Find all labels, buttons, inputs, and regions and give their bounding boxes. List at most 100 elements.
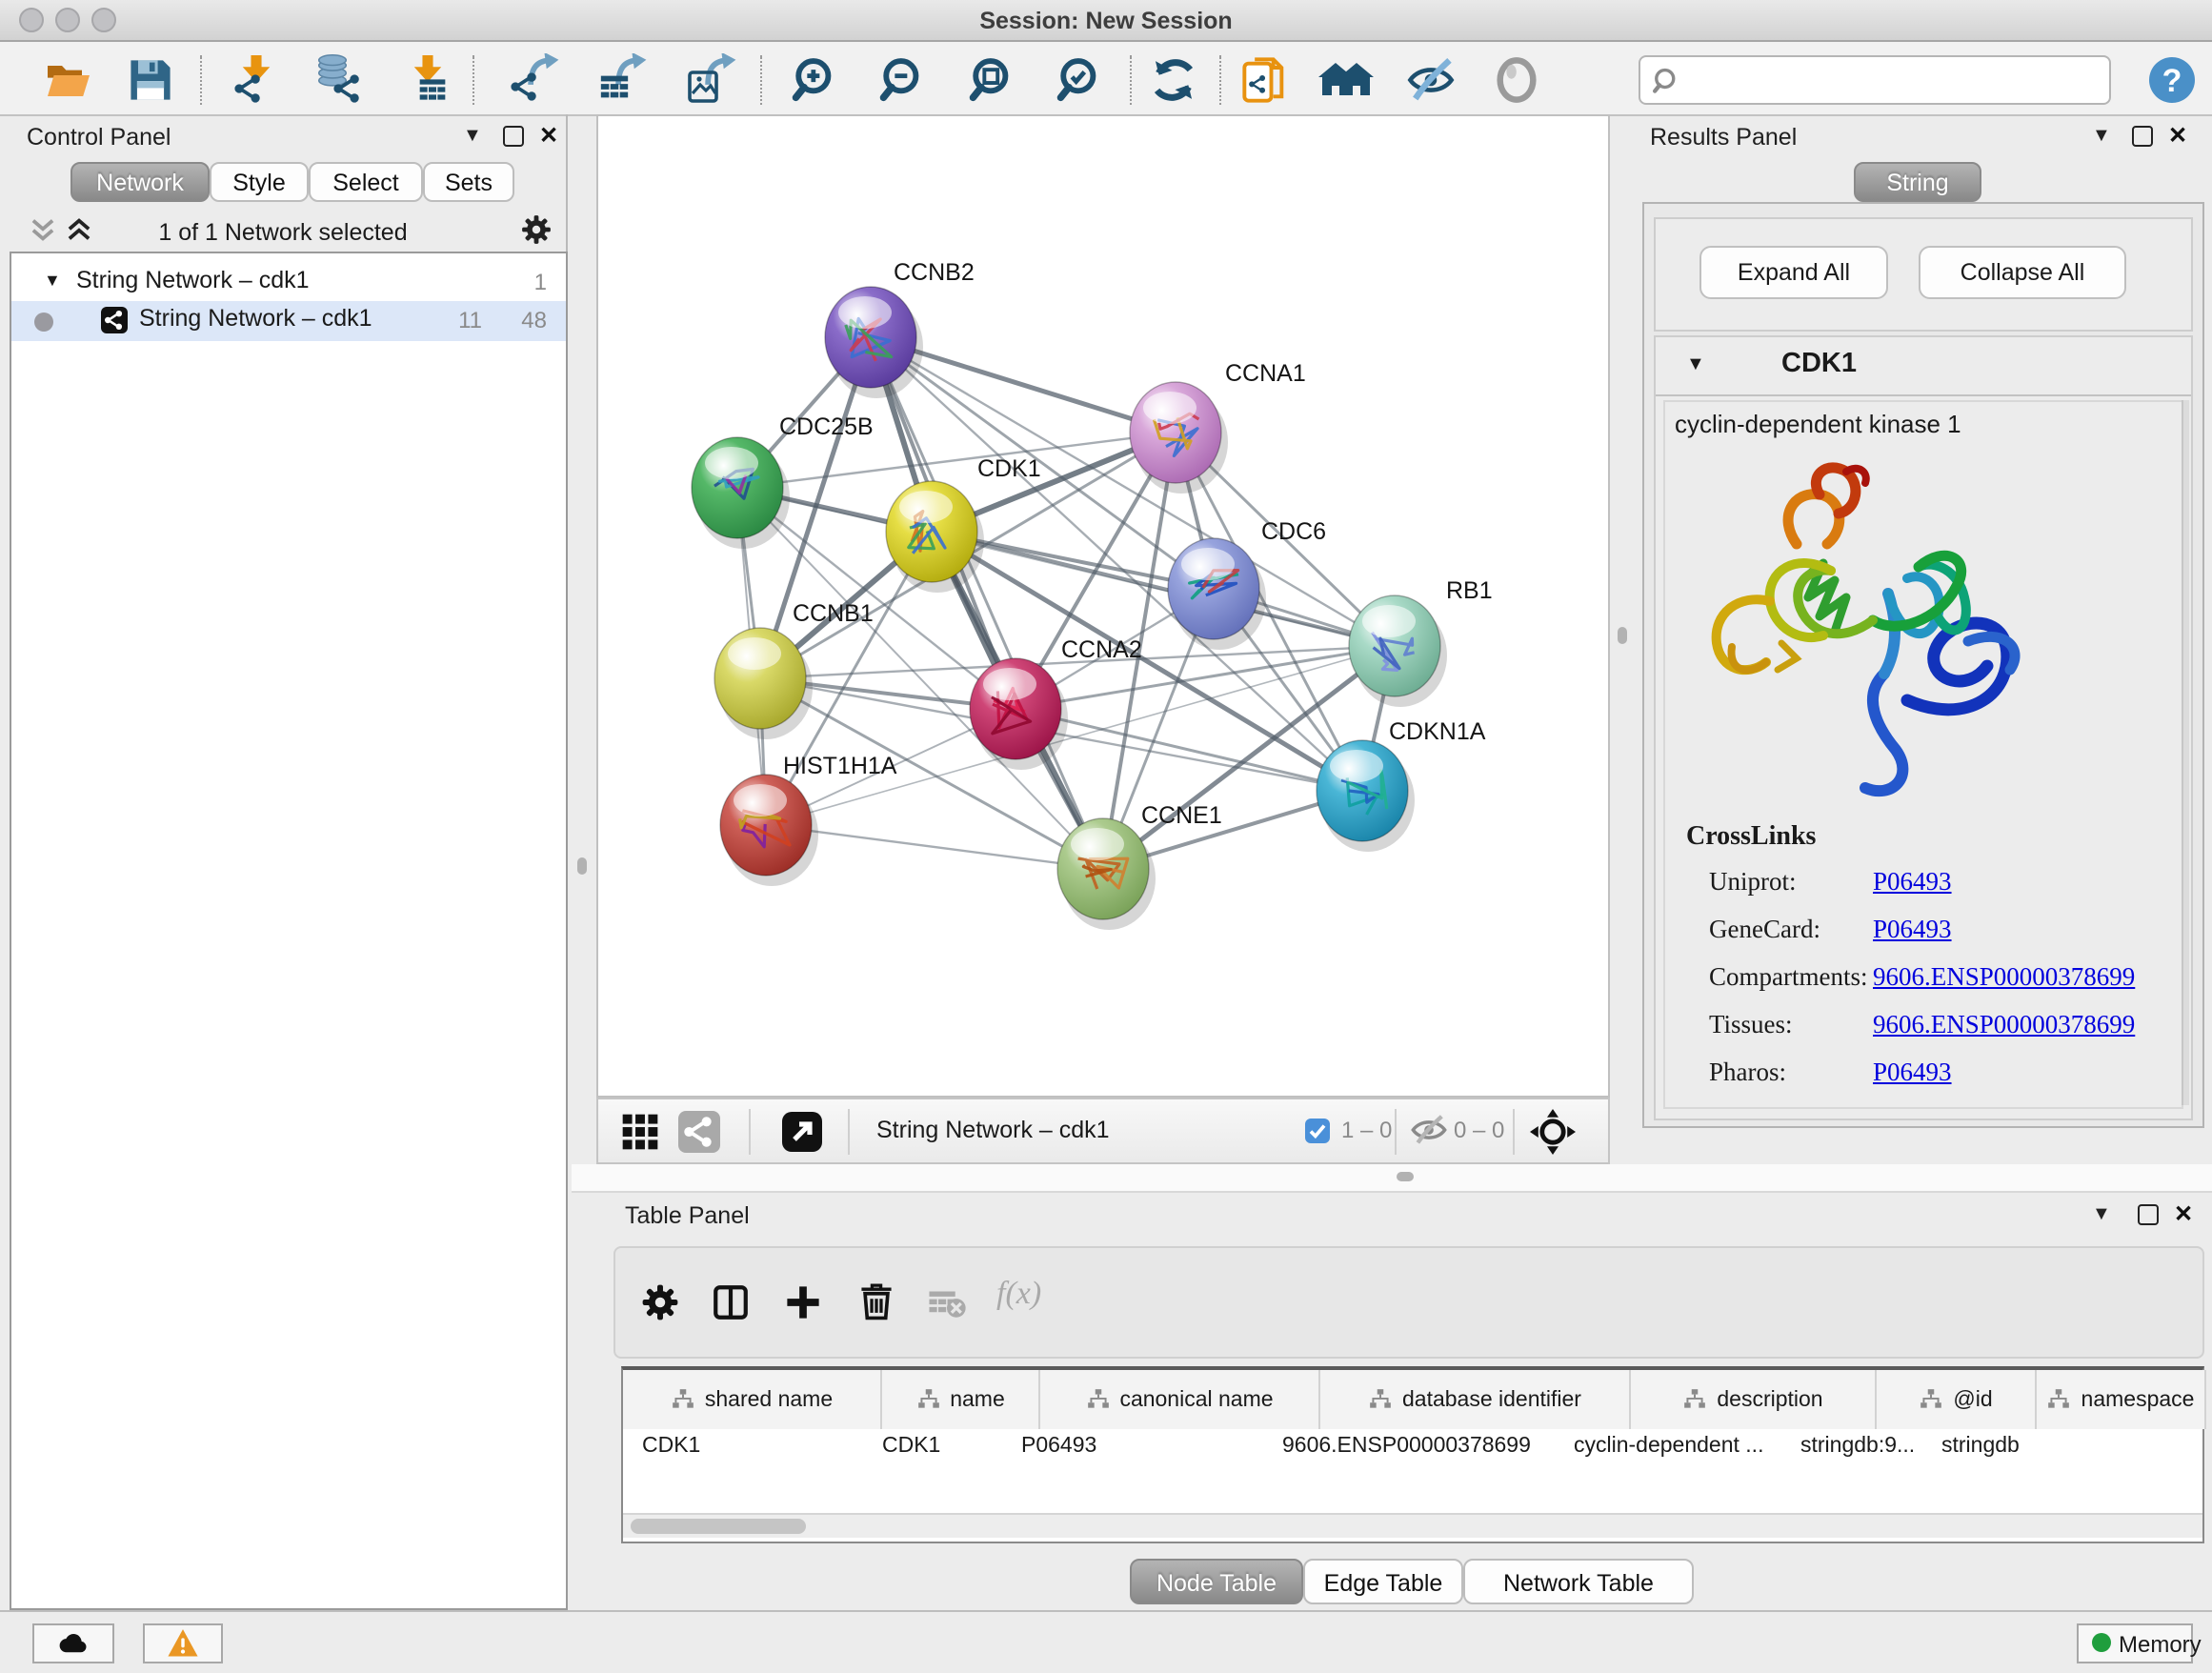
network-node-CCNA2[interactable] [970,658,1068,770]
table-settings-gear-icon[interactable] [640,1282,680,1322]
right-splitter-handle[interactable] [1618,627,1627,644]
control-panel-menu-icon[interactable]: ▼ [463,126,482,147]
fit-content-crosshair-icon[interactable] [1530,1109,1576,1155]
table-row[interactable]: CDK1CDK1P064939606.ENSP00000378699cyclin… [623,1429,2202,1467]
network-options-gear-icon[interactable] [520,213,553,246]
column-header[interactable]: @id [1877,1370,2037,1429]
network-node-CCNB2[interactable] [825,287,923,398]
tab-string[interactable]: String [1854,162,1981,202]
add-column-icon[interactable] [783,1282,823,1322]
control-panel-close-icon[interactable]: ✕ [539,122,558,149]
search-input[interactable] [1686,61,2103,99]
column-header[interactable]: database identifier [1320,1370,1631,1429]
left-splitter-handle[interactable] [577,857,587,875]
hide-eye-icon[interactable] [1406,55,1456,114]
tab-select[interactable]: Select [309,162,423,202]
network-node-CDC25B[interactable] [692,437,790,549]
control-panel-float-icon[interactable] [503,126,524,147]
network-edge[interactable] [932,532,1395,646]
tab-network-table[interactable]: Network Table [1463,1559,1694,1604]
import-table-file-icon[interactable] [402,55,452,114]
gene-collapse-icon[interactable]: ▼ [1686,354,1705,375]
open-session-icon[interactable] [44,55,93,105]
column-header[interactable]: canonical name [1040,1370,1320,1429]
collection-expand-icon[interactable]: ▼ [44,271,61,290]
network-node-CDKN1A[interactable] [1317,740,1415,852]
zoom-in-icon[interactable] [791,55,840,114]
table-panel-close-icon[interactable]: ✕ [2174,1200,2193,1227]
network-node-CCNE1[interactable] [1057,818,1156,930]
table-cell[interactable]: CDK1 [863,1429,1002,1467]
export-image-icon[interactable] [686,53,737,114]
memory-button[interactable]: Memory [2077,1623,2193,1663]
export-table-icon[interactable] [596,53,648,114]
network-canvas[interactable]: CCNB2CCNA1CDC25BCDK1CDC6RB1CCNB1CCNA2CDK… [596,114,1610,1098]
table-cell[interactable]: 9606.ENSP00000378699 [1263,1429,1555,1467]
warnings-button[interactable] [143,1623,223,1663]
results-panel-float-icon[interactable] [2132,126,2153,147]
show-eye-icon[interactable] [1492,55,1541,114]
cloud-status-button[interactable] [32,1623,114,1663]
network-collection-row[interactable]: ▼ String Network – cdk1 1 [11,263,566,303]
zoom-out-icon[interactable] [878,55,928,114]
export-network-icon[interactable] [509,53,560,114]
column-header[interactable]: namespace [2037,1370,2206,1429]
crosslink-value-link[interactable]: P06493 [1873,867,1952,897]
expand-all-button[interactable]: Expand All [1699,246,1888,299]
import-network-file-icon[interactable] [231,55,280,114]
scrollbar-thumb[interactable] [631,1519,806,1534]
table-panel-menu-icon[interactable]: ▼ [2092,1204,2111,1225]
table-horizontal-scrollbar[interactable] [623,1513,2202,1538]
collapse-all-button[interactable]: Collapse All [1919,246,2126,299]
show-columns-icon[interactable] [711,1282,751,1322]
splitter-handle[interactable] [1397,1172,1414,1181]
network-edge[interactable] [871,337,1103,869]
table-panel-float-icon[interactable] [2138,1204,2159,1225]
network-node-RB1[interactable] [1349,595,1447,707]
import-network-database-icon[interactable] [312,53,366,114]
crosslink-value-link[interactable]: P06493 [1873,915,1952,945]
network-node-CCNA1[interactable] [1130,382,1228,494]
crosslink-value-link[interactable]: 9606.ENSP00000378699 [1873,962,2135,993]
zoom-fit-icon[interactable] [968,55,1017,114]
grid-view-icon[interactable] [619,1111,661,1153]
refresh-layout-icon[interactable] [1149,55,1198,105]
network-node-CDK1[interactable] [886,481,984,593]
results-panel-close-icon[interactable]: ✕ [2168,122,2187,149]
crosslink-value-link[interactable]: P06493 [1873,1058,1952,1088]
column-header[interactable]: name [882,1370,1040,1429]
tab-network[interactable]: Network [70,162,210,202]
table-cell[interactable]: stringdb [1922,1429,2073,1467]
results-panel-menu-icon[interactable]: ▼ [2092,126,2111,147]
table-cell[interactable]: stringdb:9... [1781,1429,1922,1467]
table-cell[interactable]: P06493 [1002,1429,1263,1467]
save-session-icon[interactable] [126,55,175,105]
results-scrollbar[interactable] [2182,400,2189,1105]
network-graph[interactable]: CCNB2CCNA1CDC25BCDK1CDC6RB1CCNB1CCNA2CDK… [598,116,1608,1096]
network-row-selected[interactable]: String Network – cdk1 11 48 [11,301,566,341]
function-builder-icon[interactable]: f(x) [996,1275,1041,1313]
crosslink-value-link[interactable]: 9606.ENSP00000378699 [1873,1010,2135,1040]
zoom-selected-icon[interactable] [1056,55,1105,114]
homes-icon[interactable] [1313,55,1377,114]
birdseye-view-icon[interactable] [779,1109,825,1155]
search-field[interactable] [1639,55,2111,105]
hidden-eye-icon[interactable] [1410,1111,1448,1159]
selected-checkbox-icon[interactable] [1305,1119,1330,1143]
network-node-HIST1H1A[interactable] [720,775,818,886]
tab-sets[interactable]: Sets [423,162,514,202]
delete-column-trash-icon[interactable] [855,1280,897,1322]
tab-edge-table[interactable]: Edge Table [1303,1559,1463,1604]
tab-style[interactable]: Style [210,162,309,202]
network-node-CDC6[interactable] [1168,538,1266,650]
table-cell[interactable]: cyclin-dependent ... [1555,1429,1781,1467]
share-network-icon[interactable] [678,1111,720,1153]
tab-node-table[interactable]: Node Table [1130,1559,1303,1604]
horizontal-splitter[interactable] [572,1164,2212,1193]
table-cell[interactable]: CDK1 [623,1429,863,1467]
column-header[interactable]: shared name [623,1370,882,1429]
delete-table-icon[interactable] [926,1286,968,1330]
share-document-icon[interactable] [1240,55,1290,105]
help-icon[interactable]: ? [2147,55,2197,114]
column-header[interactable]: description [1631,1370,1877,1429]
